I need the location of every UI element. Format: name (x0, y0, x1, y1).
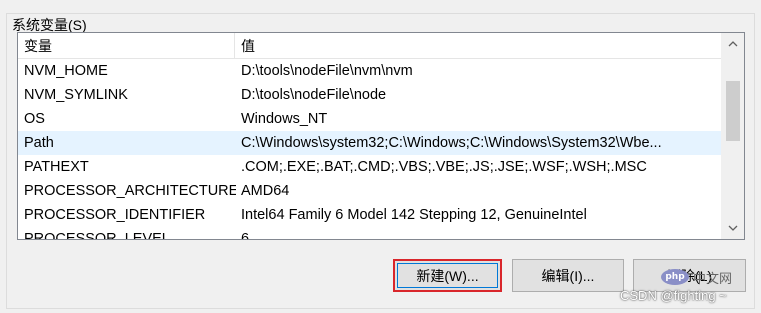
scrollbar-thumb[interactable] (726, 81, 740, 141)
variable-value: Windows_NT (241, 111, 328, 127)
variable-value: 6 (241, 231, 250, 240)
variable-name: PROCESSOR_LEVEL (24, 231, 170, 240)
variable-value: C:\Windows\system32;C:\Windows;C:\Window… (241, 135, 662, 151)
table-row[interactable]: PROCESSOR_LEVEL 6 (18, 227, 722, 240)
variable-name: NVM_HOME (24, 63, 108, 79)
variable-name: OS (24, 111, 45, 127)
chevron-down-icon[interactable] (722, 217, 744, 239)
table-row[interactable]: NVM_SYMLINK D:\tools\nodeFile\node (18, 83, 722, 107)
system-variables-list[interactable]: 变量 值 NVM_HOME D:\tools\nodeFile\nvm\nvm … (17, 32, 745, 240)
table-row-highlighted[interactable]: Path C:\Windows\system32;C:\Windows;C:\W… (18, 131, 722, 155)
table-row[interactable]: NVM_HOME D:\tools\nodeFile\nvm\nvm (18, 59, 722, 83)
variable-name: PATHEXT (24, 159, 89, 175)
chevron-up-icon[interactable] (722, 33, 744, 55)
php-logo-icon: php (661, 269, 689, 285)
list-rows: NVM_HOME D:\tools\nodeFile\nvm\nvm NVM_S… (18, 59, 722, 240)
php-watermark: php 中文网 (661, 266, 741, 288)
variable-name: Path (24, 135, 54, 151)
variable-value: Intel64 Family 6 Model 142 Stepping 12, … (241, 207, 587, 223)
variable-value: D:\tools\nodeFile\nvm\nvm (241, 63, 413, 79)
table-row[interactable]: OS Windows_NT (18, 107, 722, 131)
php-watermark-text: 中文网 (693, 270, 733, 286)
csdn-watermark: CSDN @fighting ~ (620, 288, 727, 303)
new-button-label: 新建(W)... (416, 267, 479, 284)
table-row[interactable]: PROCESSOR_ARCHITECTURE AMD64 (18, 179, 722, 203)
table-row[interactable]: PATHEXT .COM;.EXE;.BAT;.CMD;.VBS;.VBE;.J… (18, 155, 722, 179)
list-header: 变量 值 (18, 33, 722, 59)
variable-name: NVM_SYMLINK (24, 87, 128, 103)
vertical-scrollbar[interactable] (721, 33, 744, 239)
variable-name: PROCESSOR_IDENTIFIER (24, 207, 206, 223)
variable-value: AMD64 (241, 183, 290, 199)
edit-button-label: 编辑(I)... (541, 267, 595, 284)
edit-button[interactable]: 编辑(I)... (512, 259, 624, 292)
new-button[interactable]: 新建(W)... (393, 259, 502, 292)
variable-name: PROCESSOR_ARCHITECTURE (24, 183, 236, 199)
column-header-value[interactable]: 值 (235, 33, 722, 58)
variable-value: D:\tools\nodeFile\node (241, 87, 387, 103)
table-row[interactable]: PROCESSOR_IDENTIFIER Intel64 Family 6 Mo… (18, 203, 722, 227)
variable-value: .COM;.EXE;.BAT;.CMD;.VBS;.VBE;.JS;.JSE;.… (241, 159, 647, 175)
column-header-variable[interactable]: 变量 (18, 33, 235, 58)
